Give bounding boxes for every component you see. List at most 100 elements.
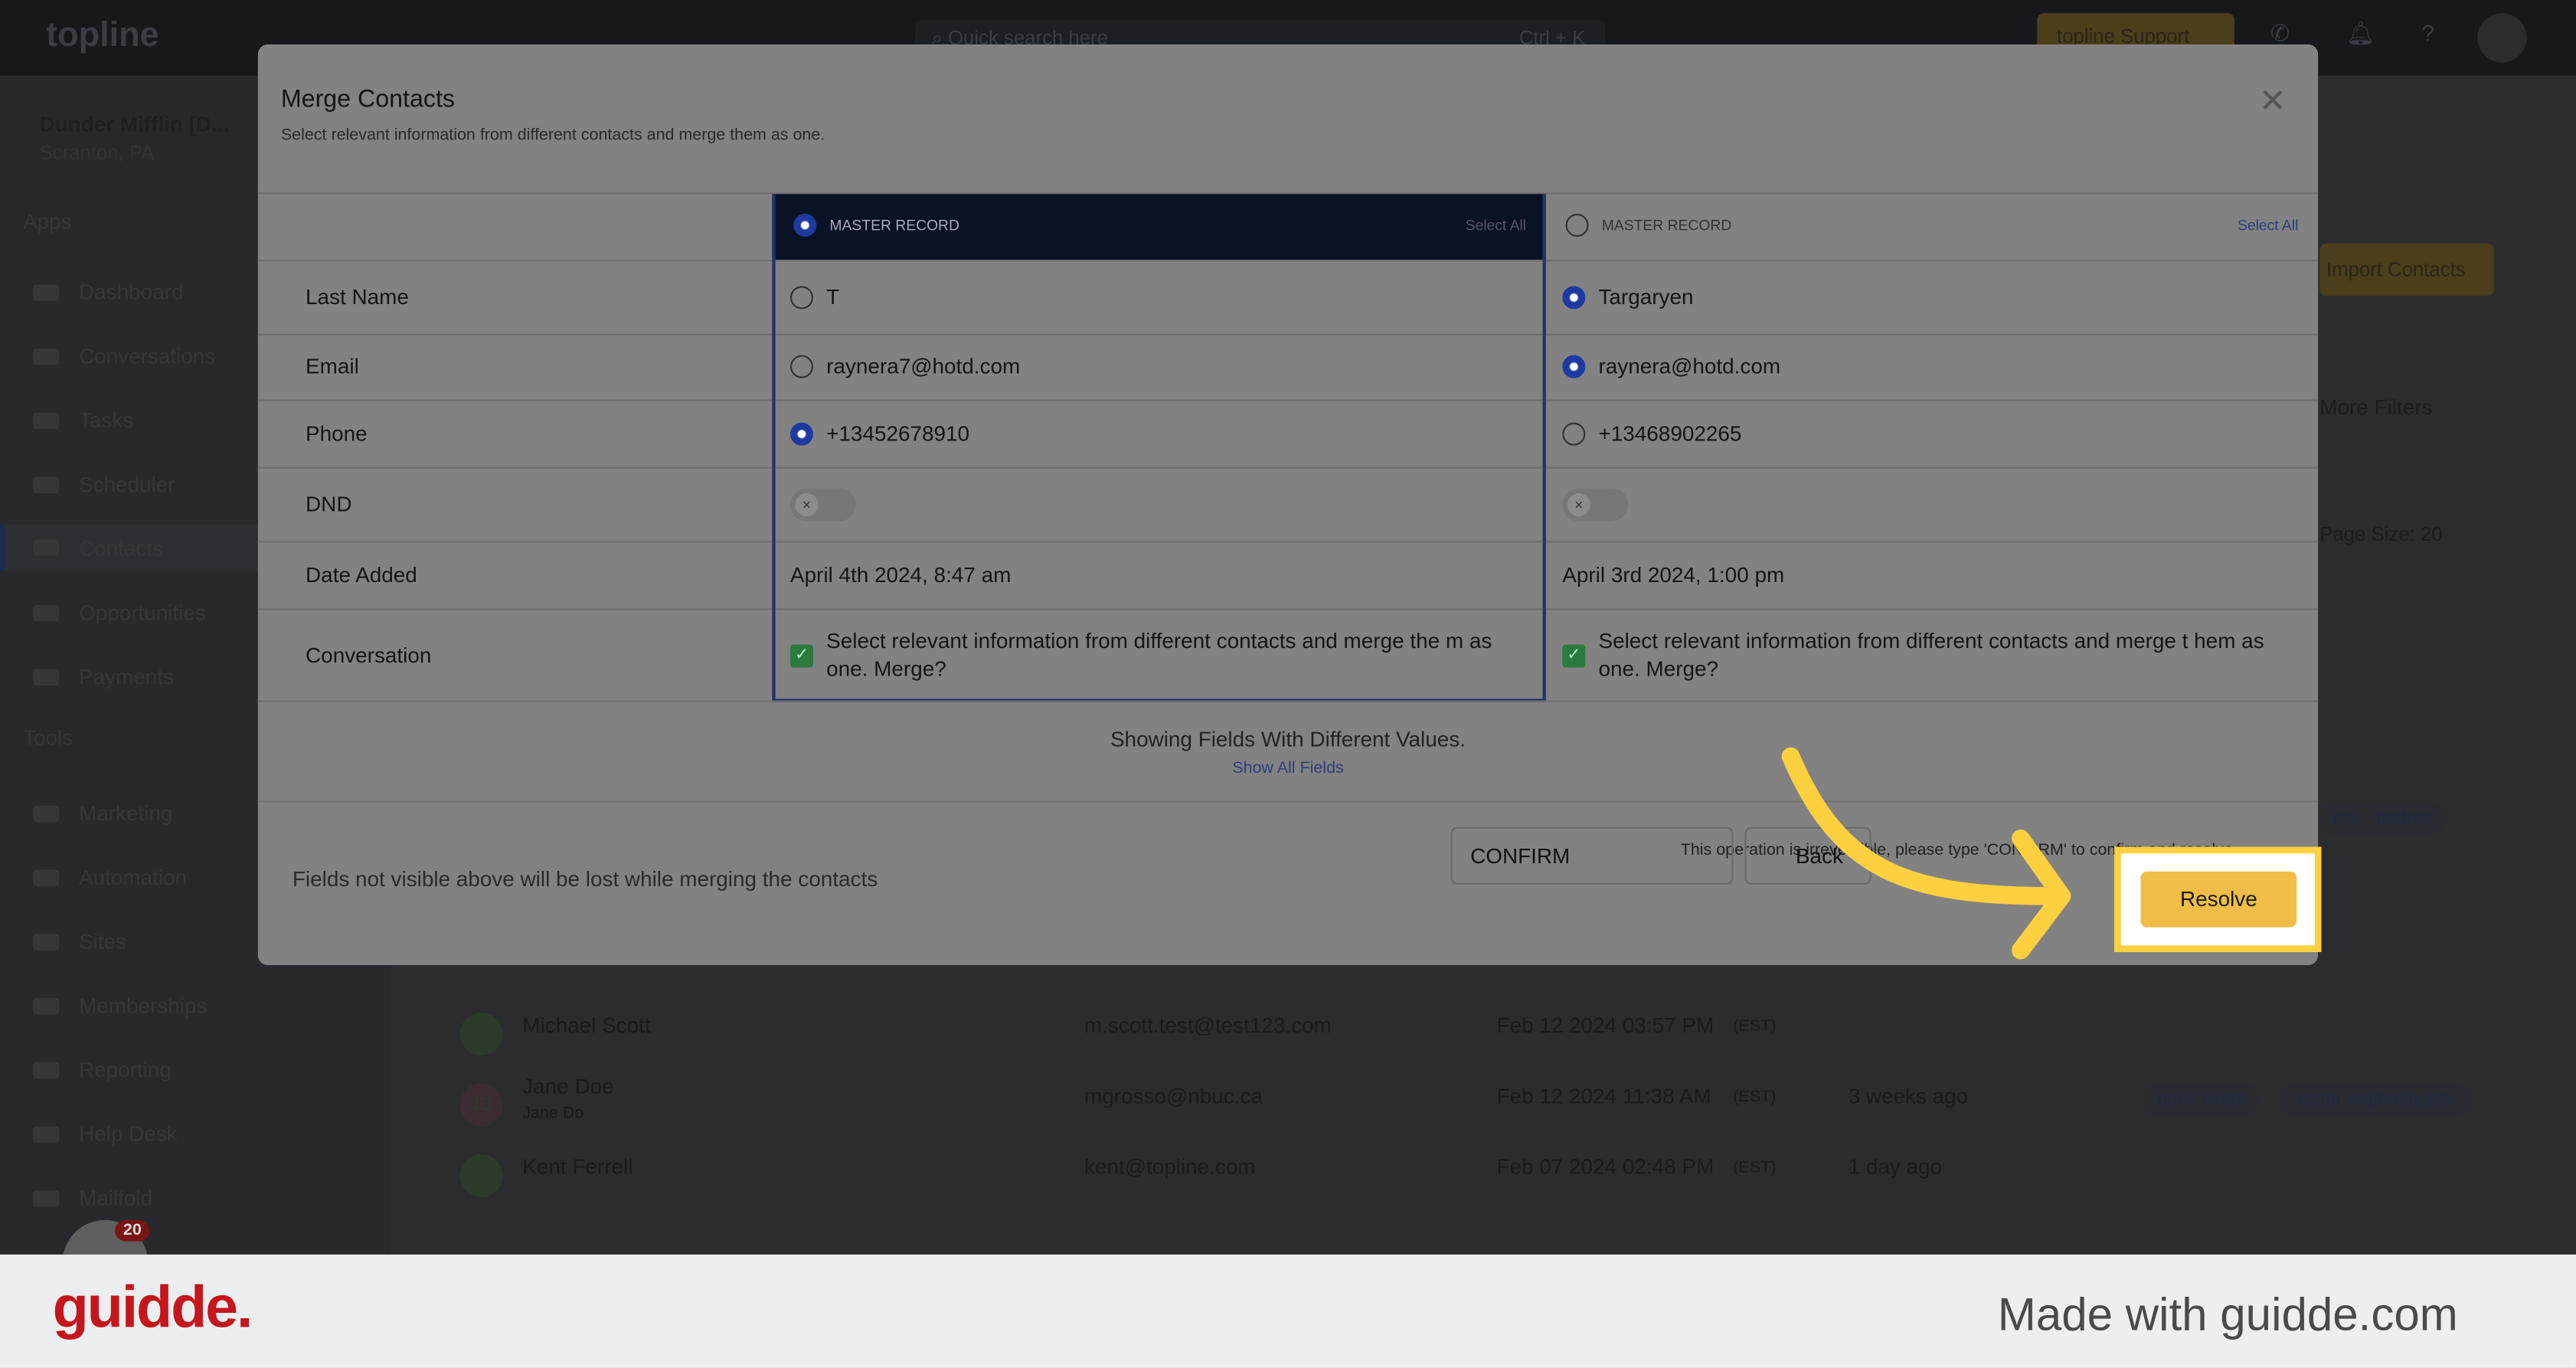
apps-heading: Apps [23,208,72,234]
sidebar-item-label: Mailfold [78,1185,153,1210]
nav-icon [32,1125,60,1142]
sidebar-item-mailfold[interactable]: Mailfold [32,1185,153,1210]
contact-name[interactable]: Michael Scott [522,1013,650,1037]
select-all-link-2[interactable]: Select All [2238,217,2298,233]
master-record-radio-2[interactable] [1565,214,1589,237]
tools-heading: Tools [23,725,74,750]
master-column-outline [772,194,1546,702]
sidebar-item-marketing[interactable]: Marketing [32,800,173,826]
nav-icon [32,348,60,365]
field-label: Phone [306,420,368,445]
sidebar-item-label: Reporting [78,1057,172,1082]
guide-arrow-icon [1781,747,2071,960]
contact-row[interactable]: KF Kent Ferrell kent@topline.com Feb 07 202… [419,1134,2522,1200]
sidebar-item-conversations[interactable]: Conversations [32,343,216,368]
resolve-button[interactable]: Resolve [2140,871,2297,928]
sidebar-item-label: Scheduler [78,472,175,497]
merge-warning: Fields not visible above will be lost wh… [292,866,878,892]
field-value-2: April 3rd 2024, 1:00 pm [1562,561,1785,587]
dnd-toggle-2[interactable] [1562,487,1629,521]
org-location: Scranton, PA [39,141,155,165]
more-filters-button[interactable]: More Filters [2319,394,2432,419]
contact-tag: book event [2143,1083,2259,1117]
sidebar-item-label: Opportunities [78,600,206,625]
sidebar-item-payments[interactable]: Payments [32,664,175,689]
modal-title: Merge Contacts [280,85,456,114]
contact-email[interactable]: mgrosso@nbuc.ca [1084,1084,1263,1108]
import-contacts-button[interactable]: Import Contacts [2319,243,2494,296]
contact-email[interactable]: kent@topline.com [1084,1154,1256,1179]
nav-icon [32,668,60,686]
master-record-header-2: MASTER RECORD Select All [1546,194,2318,260]
nav-icon [32,869,60,885]
sidebar-item-help-desk[interactable]: Help Desk [32,1121,178,1147]
guidde-logo: guidde. [52,1272,253,1340]
help-icon[interactable]: ? [2421,20,2434,46]
app-logo[interactable]: topline [46,16,159,56]
contact-tag: doctor-nephrologists [2278,1083,2469,1117]
master-record-label-2: MASTER RECORD [1601,217,1732,234]
sidebar-item-label: Help Desk [78,1121,178,1147]
contact-tz: (EST) [1733,1017,1777,1036]
modal-subtitle: Select relevant information from differe… [280,126,825,145]
contact-name[interactable]: Kent Ferrell [522,1154,633,1179]
conversation-checkbox-2[interactable]: ✓ [1562,643,1586,667]
field-radio-2[interactable] [1562,421,1586,445]
bell-icon[interactable]: 🔔︎ [2346,20,2375,47]
sidebar-item-label: Sites [78,928,126,954]
nav-icon [32,539,60,556]
nav-icon [32,804,60,822]
confirm-input[interactable] [1450,826,1734,885]
field-radio-2[interactable] [1562,285,1586,309]
sidebar-item-dashboard[interactable]: Dashboard [32,279,184,305]
avatar[interactable] [2477,13,2527,63]
field-value-2: Targaryen [1598,283,1694,309]
sidebar-item-label: Dashboard [78,279,184,305]
org-name[interactable]: Dunder Mifflin [D... [39,112,229,136]
sidebar-item-sites[interactable]: Sites [32,928,126,954]
field-label: Conversation [306,642,432,667]
field-label: Email [306,353,359,378]
nav-icon [32,283,60,300]
page-size-select[interactable]: Page Size: 20 [2319,523,2442,546]
contact-name[interactable]: Jane Doe [522,1074,613,1098]
sidebar-item-automation[interactable]: Automation [32,865,188,890]
sidebar-item-tasks[interactable]: Tasks [32,407,133,433]
nav-icon [32,411,60,429]
contact-email[interactable]: m.scott.test@test123.com [1084,1013,1332,1037]
notification-badge: 20 [115,1219,150,1242]
contact-date: Feb 12 2024 03:57 PM [1496,1013,1715,1038]
conversation-value-2: Select relevant information from differe… [1598,627,2264,680]
sidebar-item-label: Memberships [78,993,208,1018]
field-radio-2[interactable] [1562,355,1586,378]
sidebar-item-label: Contacts [78,535,164,560]
contact-subname: Jane Do [522,1105,584,1124]
nav-icon [32,933,60,950]
contact-activity: 1 day ago [1848,1154,1943,1180]
nav-icon [32,604,60,621]
made-with-text: Made with guidde.com [1997,1288,2458,1340]
field-label: DND [306,490,352,515]
contact-avatar: JD [459,1083,503,1127]
contact-avatar: KF [459,1154,503,1197]
sidebar-item-label: Marketing [78,800,173,826]
sidebar-item-memberships[interactable]: Memberships [32,993,208,1018]
nav-icon [32,1190,60,1206]
sidebar-item-label: Automation [78,865,188,890]
field-value-2: raynera@hotd.com [1598,353,1781,378]
contact-row[interactable]: JD Jane Doe Jane Do mgrosso@nbuc.ca Feb 12 2… [419,1064,2522,1130]
sidebar-item-reporting[interactable]: Reporting [32,1057,172,1082]
field-value-2: +13468902265 [1598,420,1742,445]
field-label: Date Added [306,561,417,587]
field-label: Last Name [306,283,409,309]
contact-tz: (EST) [1733,1088,1777,1107]
nav-icon [32,1061,60,1078]
sidebar-item-label: Conversations [78,343,216,368]
contact-avatar: MS [459,1013,503,1056]
contact-row[interactable]: MS Michael Scott m.scott.test@test123.com F… [419,993,2522,1059]
sidebar-item-scheduler[interactable]: Scheduler [32,472,175,497]
sidebar-item-opportunities[interactable]: Opportunities [32,600,206,625]
sidebar-item-label: Payments [78,664,175,689]
close-icon[interactable]: ✕ [2259,80,2287,122]
phone-icon[interactable]: ✆ [2270,20,2290,47]
